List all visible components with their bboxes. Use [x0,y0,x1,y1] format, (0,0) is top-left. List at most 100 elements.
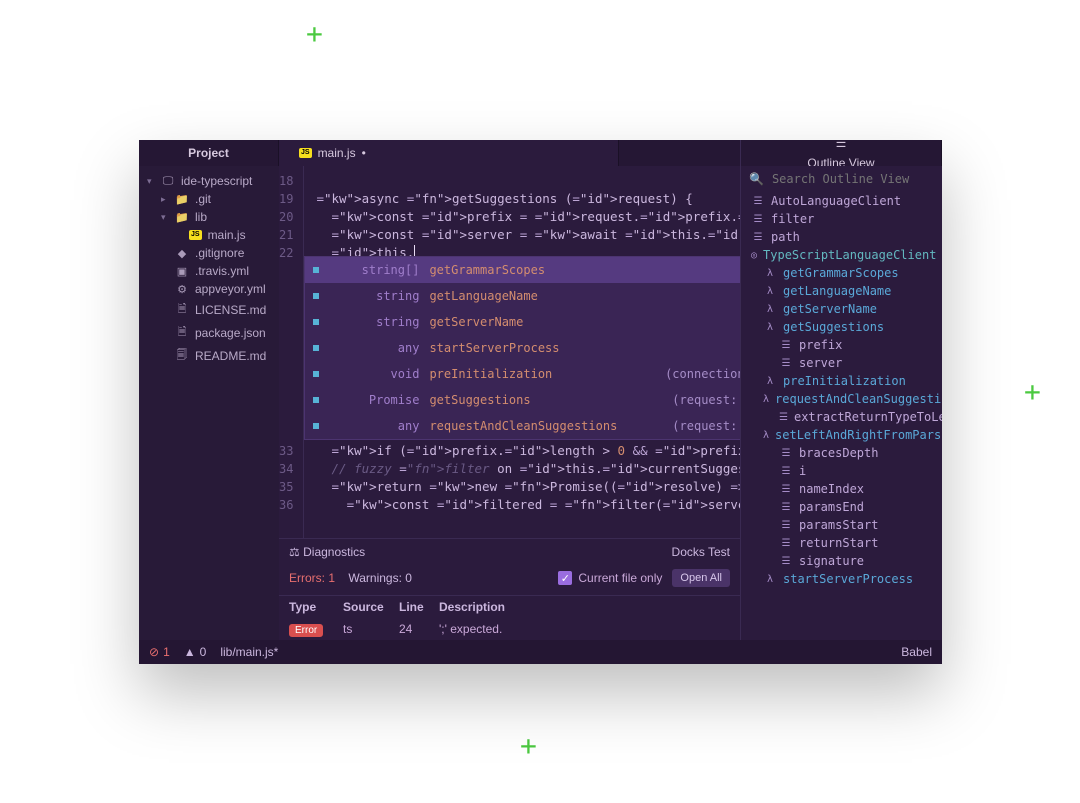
repo-icon: 🖵 [161,175,175,188]
code-area[interactable]: ="kw">async ="fn">getSuggestions (="id">… [304,166,740,538]
outline-item-label: setLeftAndRightFromParsed [775,428,942,442]
outline-view-tab[interactable]: ☰ Outline View [740,140,942,166]
outline-item[interactable]: λstartServerProcess [741,570,942,588]
diagnostics-header: Type Source Line Description [279,595,740,618]
file-icon: ⚙ [175,283,189,296]
return-type: string [329,287,419,305]
autocomplete-item[interactable]: stringgetLanguageName() [305,283,740,309]
outline-item-label: getServerName [783,302,877,316]
outline-item[interactable]: ☰path [741,228,942,246]
outline-item[interactable]: λgetLanguageName [741,282,942,300]
outline-item-label: preInitialization [783,374,906,388]
completion-signature: (connection: an [665,365,740,383]
outline-item[interactable]: λgetGrammarScopes [741,264,942,282]
plus-icon: + [306,20,323,48]
outline-item-label: prefix [799,338,842,352]
autocomplete-item[interactable]: stringgetServerName() [305,309,740,335]
outline-item[interactable]: λsetLeftAndRightFromParsed [741,426,942,444]
tree-item[interactable]: 🗎package.json [139,321,279,344]
status-warnings[interactable]: ▲ 0 [184,645,207,659]
tree-item-label: appveyor.yml [195,282,266,296]
tree-item[interactable]: 🗐README.md [139,344,279,367]
tree-item[interactable]: JSmain.js [139,226,279,244]
status-errors[interactable]: ⊘ 1 [149,645,170,659]
symbol-kind-icon: λ [763,376,777,387]
outline-item-label: requestAndCleanSuggestion [775,392,942,406]
docks-test-tab[interactable]: Docks Test [672,545,730,559]
file-icon: 📁 [175,211,189,224]
completion-signature: (request: any) [672,417,740,435]
chevron-down-icon: ▾ [161,212,169,223]
outline-item[interactable]: ☰server [741,354,942,372]
outline-search-input[interactable] [772,172,934,186]
outline-item-label: i [799,464,806,478]
current-file-only-checkbox[interactable]: ✓ Current file only [558,571,662,585]
return-type: any [329,417,419,435]
symbol-kind-icon: λ [763,322,777,333]
code-editor[interactable]: 1819202122 33343536 ="kw">async ="fn">ge… [279,166,740,538]
tree-item[interactable]: ⚙ appveyor.yml [139,280,279,298]
outline-item[interactable]: ☰nameIndex [741,480,942,498]
tab-bar: Project JS main.js • ☰ Outline View [139,140,942,166]
open-all-button[interactable]: Open All [672,569,730,587]
list-icon: ☰ [836,140,847,150]
status-bar: ⊘ 1 ▲ 0 lib/main.js* Babel [139,640,942,664]
status-file-path[interactable]: lib/main.js* [220,645,278,659]
completion-name: startServerProcess [429,339,559,357]
outline-item[interactable]: λgetServerName [741,300,942,318]
diagnostics-row[interactable]: Error ts 24 ';' expected. [279,618,740,640]
autocomplete-item[interactable]: string[]getGrammarScopes() [305,257,740,283]
errors-count: Errors: 1 [289,571,335,585]
outline-item[interactable]: ☰AutoLanguageClient [741,192,942,210]
autocomplete-item[interactable]: anyrequestAndCleanSuggestions(request: a… [305,413,740,439]
autocomplete-popup[interactable]: string[]getGrammarScopes() string getLangu… [304,256,740,440]
outline-item[interactable]: λgetSuggestions [741,318,942,336]
completion-name: getLanguageName [429,287,537,305]
symbol-kind-icon: ◎ [751,250,757,261]
return-type: Promise [329,391,419,409]
outline-item[interactable]: ☰filter [741,210,942,228]
outline-item[interactable]: ☰bracesDepth [741,444,942,462]
outline-item[interactable]: ☰i [741,462,942,480]
project-panel-tab[interactable]: Project [139,140,279,166]
editor-tab-mainjs[interactable]: JS main.js • [279,140,619,166]
tree-item-label: README.md [195,349,266,363]
tree-root[interactable]: ▾ 🖵 ide-typescript [139,172,279,190]
file-icon: 🗎 [175,323,189,342]
line-gutter: 1819202122 33343536 [279,166,304,538]
autocomplete-item[interactable]: PromisegetSuggestions(request: any) [305,387,740,413]
outline-item[interactable]: λ preInitialization [741,372,942,390]
bug-icon: ⚖ [289,545,300,559]
tree-item[interactable]: ◆.gitignore [139,244,279,262]
chevron-down-icon: ▾ [147,176,155,187]
tree-item[interactable]: ▸📁.git [139,190,279,208]
outline-item[interactable]: ☰returnStart [741,534,942,552]
outline-item[interactable]: λrequestAndCleanSuggestion [741,390,942,408]
outline-item[interactable]: ☰paramsEnd [741,498,942,516]
outline-item[interactable]: ☰prefix [741,336,942,354]
status-language[interactable]: Babel [901,645,932,659]
outline-item-label: getGrammarScopes [783,266,899,280]
outline-item-label: nameIndex [799,482,864,496]
outline-item[interactable]: ☰signature [741,552,942,570]
autocomplete-item[interactable]: voidpreInitialization(connection: an [305,361,740,387]
tree-item[interactable]: 🗎 LICENSE.md [139,298,279,321]
method-marker-icon [313,371,319,377]
outline-item[interactable]: ☰extractReturnTypeToLef [741,408,942,426]
diagnostics-tab[interactable]: ⚖ Diagnostics [289,545,365,559]
tree-item[interactable]: ▣.travis.yml [139,262,279,280]
completion-name: getServerName [429,313,523,331]
tree-root-label: ide-typescript [181,174,252,188]
tree-item[interactable]: ▾📁lib [139,208,279,226]
outline-item[interactable]: ☰paramsStart [741,516,942,534]
file-icon: 🗎 [175,300,189,319]
autocomplete-item[interactable]: anystartServerProcess() [305,335,740,361]
outline-item[interactable]: ◎TypeScriptLanguageClient [741,246,942,264]
outline-item-label: bracesDepth [799,446,878,460]
method-marker-icon [313,267,319,273]
tree-item-label: LICENSE.md [195,303,266,317]
outline-item-label: paramsStart [799,518,878,532]
plus-icon: + [1024,378,1041,406]
symbol-kind-icon: ☰ [751,214,765,225]
error-badge: Error [289,624,323,637]
